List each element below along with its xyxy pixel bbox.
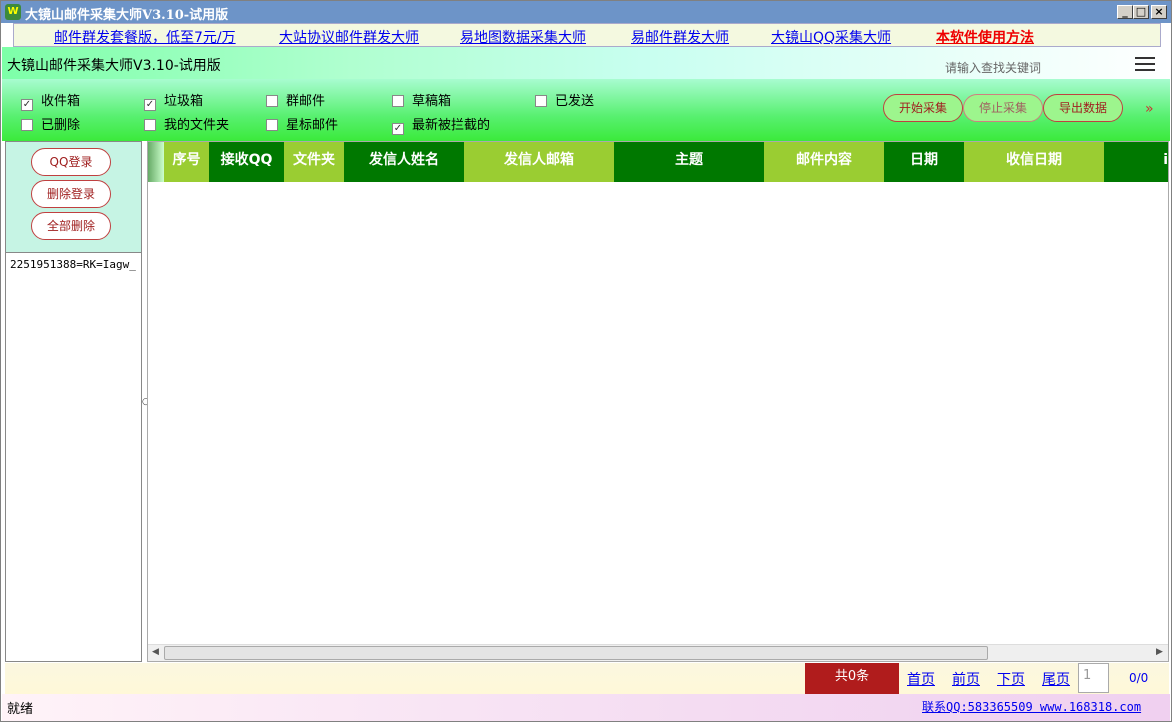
scroll-right-icon[interactable]: ▶ [1156,647,1163,657]
header-panel: 大镜山邮件采集大师V3.10-试用版 请输入查找关键词 ✓ 收件箱 ✓ 垃圾箱 群邮… [2,47,1170,141]
column-header[interactable]: 序号 [164,142,209,182]
promo-link-qq-collect[interactable]: 大镜山QQ采集大师 [771,27,891,47]
column-header[interactable]: 日期 [884,142,964,182]
start-collect-button[interactable]: 开始采集 [883,94,963,122]
minimize-button[interactable]: _ [1117,5,1133,19]
folder-label: 我的文件夹 [164,118,230,133]
promo-link-protocol-send[interactable]: 大站协议邮件群发大师 [279,27,419,47]
app-logo-icon: W [5,4,21,20]
folder-label: 群邮件 [286,94,326,109]
qq-login-button[interactable]: QQ登录 [31,148,111,176]
folder-label: 已发送 [555,94,595,109]
folder-checkbox-sent[interactable]: 已发送 [535,90,595,109]
window-title: 大镜山邮件采集大师V3.10-试用版 [25,8,229,23]
folder-checkbox-deleted[interactable]: 已删除 [21,114,81,133]
folder-checkbox-spam[interactable]: ✓ 垃圾箱 [144,90,204,111]
checkbox-unchecked-icon [21,119,33,131]
pagination-bar: 共0条 首页 前页 下页 尾页 1 0/0 [5,663,1169,694]
close-button[interactable]: × [1151,5,1167,19]
contact-link[interactable]: 联系QQ:583365509 www.168318.com [922,698,1141,715]
folder-label: 星标邮件 [286,118,339,133]
folder-label: 收件箱 [41,94,81,109]
delete-all-button[interactable]: 全部删除 [31,212,111,240]
page-total: 0/0 [1129,671,1149,685]
last-page-link[interactable]: 尾页 [1042,669,1070,689]
column-header[interactable]: i [1104,142,1168,182]
checkbox-unchecked-icon [392,95,404,107]
scrollbar-thumb[interactable] [164,646,988,660]
column-header[interactable]: 文件夹 [284,142,344,182]
column-header[interactable]: 接收QQ [209,142,284,182]
promo-link-bar: 邮件群发套餐版，低至7元/万 大站协议邮件群发大师 易地图数据采集大师 易邮件群… [13,23,1161,47]
account-panel: QQ登录 删除登录 全部删除 2251951388=RK=Iagw_ [5,141,142,662]
main-window: W 大镜山邮件采集大师V3.10-试用版 _ □ × 邮件群发套餐版，低至7元/… [0,0,1172,722]
checkbox-unchecked-icon [144,119,156,131]
status-bar: 就绪 联系QQ:583365509 www.168318.com [2,694,1170,721]
prev-page-link[interactable]: 前页 [952,669,980,689]
folder-checkbox-inbox[interactable]: ✓ 收件箱 [21,90,81,111]
hamburger-menu-icon[interactable] [1135,57,1155,71]
checkbox-unchecked-icon [535,95,547,107]
maximize-button[interactable]: □ [1133,5,1149,19]
app-title: 大镜山邮件采集大师V3.10-试用版 [7,58,221,74]
promo-link-email-send[interactable]: 易邮件群发大师 [631,27,729,47]
checkbox-unchecked-icon [266,119,278,131]
account-list-item[interactable]: 2251951388=RK=Iagw_ [10,258,142,271]
folder-label: 草稿箱 [412,94,452,109]
table-header: 序号 接收QQ 文件夹 发信人姓名 发信人邮箱 主题 邮件内容 日期 收信日期 … [148,142,1168,182]
folder-label: 垃圾箱 [164,94,204,109]
promo-link-map-collect[interactable]: 易地图数据采集大师 [460,27,586,47]
account-buttons: QQ登录 删除登录 全部删除 [6,142,141,253]
stop-collect-button[interactable]: 停止采集 [963,94,1043,122]
export-data-button[interactable]: 导出数据 [1043,94,1123,122]
checkbox-checked-icon: ✓ [21,99,33,111]
column-header[interactable]: 发信人邮箱 [464,142,614,182]
row-header-corner [148,142,164,182]
status-text: 就绪 [7,702,34,717]
promo-link-group-send[interactable]: 邮件群发套餐版，低至7元/万 [54,27,236,47]
mail-table: 序号 接收QQ 文件夹 发信人姓名 发信人邮箱 主题 邮件内容 日期 收信日期 … [147,141,1169,662]
folder-checkbox-my-folders[interactable]: 我的文件夹 [144,114,230,133]
next-page-link[interactable]: 下页 [997,669,1025,689]
column-header[interactable]: 邮件内容 [764,142,884,182]
usage-guide-link[interactable]: 本软件使用方法 [936,27,1034,47]
search-input[interactable]: 请输入查找关键词 [945,59,1041,76]
title-bar[interactable]: W 大镜山邮件采集大师V3.10-试用版 _ □ × [1,1,1171,23]
folder-checkbox-group[interactable]: 群邮件 [266,90,326,109]
record-count: 共0条 [805,663,899,694]
scroll-left-icon[interactable]: ◀ [152,647,159,657]
more-chevron-icon[interactable]: » [1145,101,1154,117]
first-page-link[interactable]: 首页 [907,669,935,689]
horizontal-scrollbar[interactable]: ◀ ▶ [148,644,1168,661]
delete-login-button[interactable]: 删除登录 [31,180,111,208]
column-header[interactable]: 收信日期 [964,142,1104,182]
column-header[interactable]: 发信人姓名 [344,142,464,182]
checkbox-checked-icon: ✓ [144,99,156,111]
page-number-input[interactable]: 1 [1078,663,1109,693]
folder-label: 最新被拦截的 [412,118,491,133]
folder-checkbox-drafts[interactable]: 草稿箱 [392,90,452,109]
folder-label: 已删除 [41,118,81,133]
checkbox-unchecked-icon [266,95,278,107]
folder-checkbox-starred[interactable]: 星标邮件 [266,114,339,133]
column-header[interactable]: 主题 [614,142,764,182]
folder-checkbox-blocked[interactable]: ✓ 最新被拦截的 [392,114,491,135]
checkbox-checked-icon: ✓ [392,123,404,135]
